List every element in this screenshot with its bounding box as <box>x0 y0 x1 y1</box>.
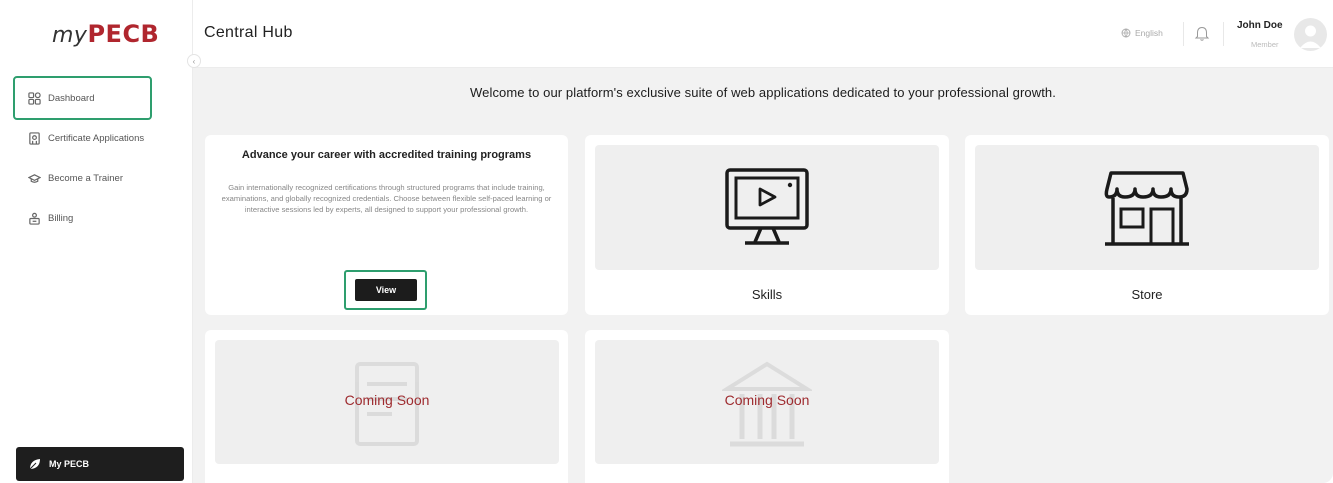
billing-icon <box>27 211 41 225</box>
logo-pecb: PECB <box>87 20 160 48</box>
sidebar-item-label: Become a Trainer <box>48 172 123 184</box>
header-divider <box>1183 22 1184 46</box>
coming-soon-card-image: Coming Soon <box>595 340 939 464</box>
store-label: Store <box>1131 287 1163 302</box>
header-divider <box>1223 22 1224 46</box>
welcome-message: Welcome to our platform's exclusive suit… <box>470 85 1056 100</box>
grid-icon <box>27 91 41 105</box>
my-pecb-label: My PECB <box>49 459 90 469</box>
certificate-icon <box>27 131 41 145</box>
store-card-image <box>975 145 1319 270</box>
coming-soon-card: Coming Soon <box>205 330 568 483</box>
training-programs-card: Advance your career with accredited trai… <box>205 135 568 315</box>
sidebar-item-label: Dashboard <box>48 92 95 104</box>
logo-my: my <box>52 23 88 48</box>
my-pecb-button[interactable]: My PECB <box>16 447 184 481</box>
monitor-play-icon <box>725 168 809 245</box>
sidebar-item-dashboard[interactable]: Dashboard <box>13 76 152 120</box>
skills-card[interactable]: Skills <box>585 135 949 315</box>
page-title: Central Hub <box>204 24 293 41</box>
sidebar-item-certificate-applications[interactable]: Certificate Applications <box>15 118 185 158</box>
bell-icon[interactable] <box>1193 25 1211 43</box>
user-role: Member <box>1251 40 1279 49</box>
sidebar-collapse-button[interactable]: ‹ <box>187 54 201 68</box>
language-selector[interactable]: English <box>1121 28 1163 38</box>
globe-icon <box>1121 28 1131 38</box>
skills-card-image <box>595 145 939 270</box>
sidebar-item-become-a-trainer[interactable]: Become a Trainer <box>15 158 185 198</box>
card-title: Advance your career with accredited trai… <box>241 149 532 161</box>
coming-soon-card: Coming Soon <box>585 330 949 483</box>
user-icon <box>1300 25 1321 48</box>
main-content: Welcome to our platform's exclusive suit… <box>193 68 1333 483</box>
store-card[interactable]: Store <box>965 135 1329 315</box>
card-description: Gain internationally recognized certific… <box>221 183 552 214</box>
leaf-icon <box>29 459 40 470</box>
sidebar-item-label: Billing <box>48 212 74 224</box>
coming-soon-label: Coming Soon <box>344 392 430 408</box>
view-button[interactable]: View <box>355 279 417 301</box>
sidebar-item-label: Certificate Applications <box>48 132 145 144</box>
storefront-icon <box>1104 171 1189 246</box>
avatar[interactable] <box>1294 18 1327 51</box>
sidebar-nav: Dashboard Certificate Applications Becom… <box>13 76 185 238</box>
logo[interactable]: myPECB <box>52 20 159 48</box>
sidebar-item-billing[interactable]: Billing <box>15 198 185 238</box>
view-button-highlight: View <box>344 270 427 310</box>
app-window: myPECB Dashboard Certificate Application… <box>0 0 1333 483</box>
coming-soon-card-image: Coming Soon <box>215 340 559 464</box>
chevron-left-icon: ‹ <box>192 56 196 66</box>
top-header: Central Hub English John Doe Member <box>193 0 1333 68</box>
language-label: English <box>1135 28 1163 38</box>
user-name[interactable]: John Doe <box>1237 20 1283 31</box>
trainer-icon <box>27 171 41 185</box>
skills-label: Skills <box>751 287 783 302</box>
coming-soon-label: Coming Soon <box>724 392 810 408</box>
sidebar: myPECB Dashboard Certificate Application… <box>0 0 193 483</box>
